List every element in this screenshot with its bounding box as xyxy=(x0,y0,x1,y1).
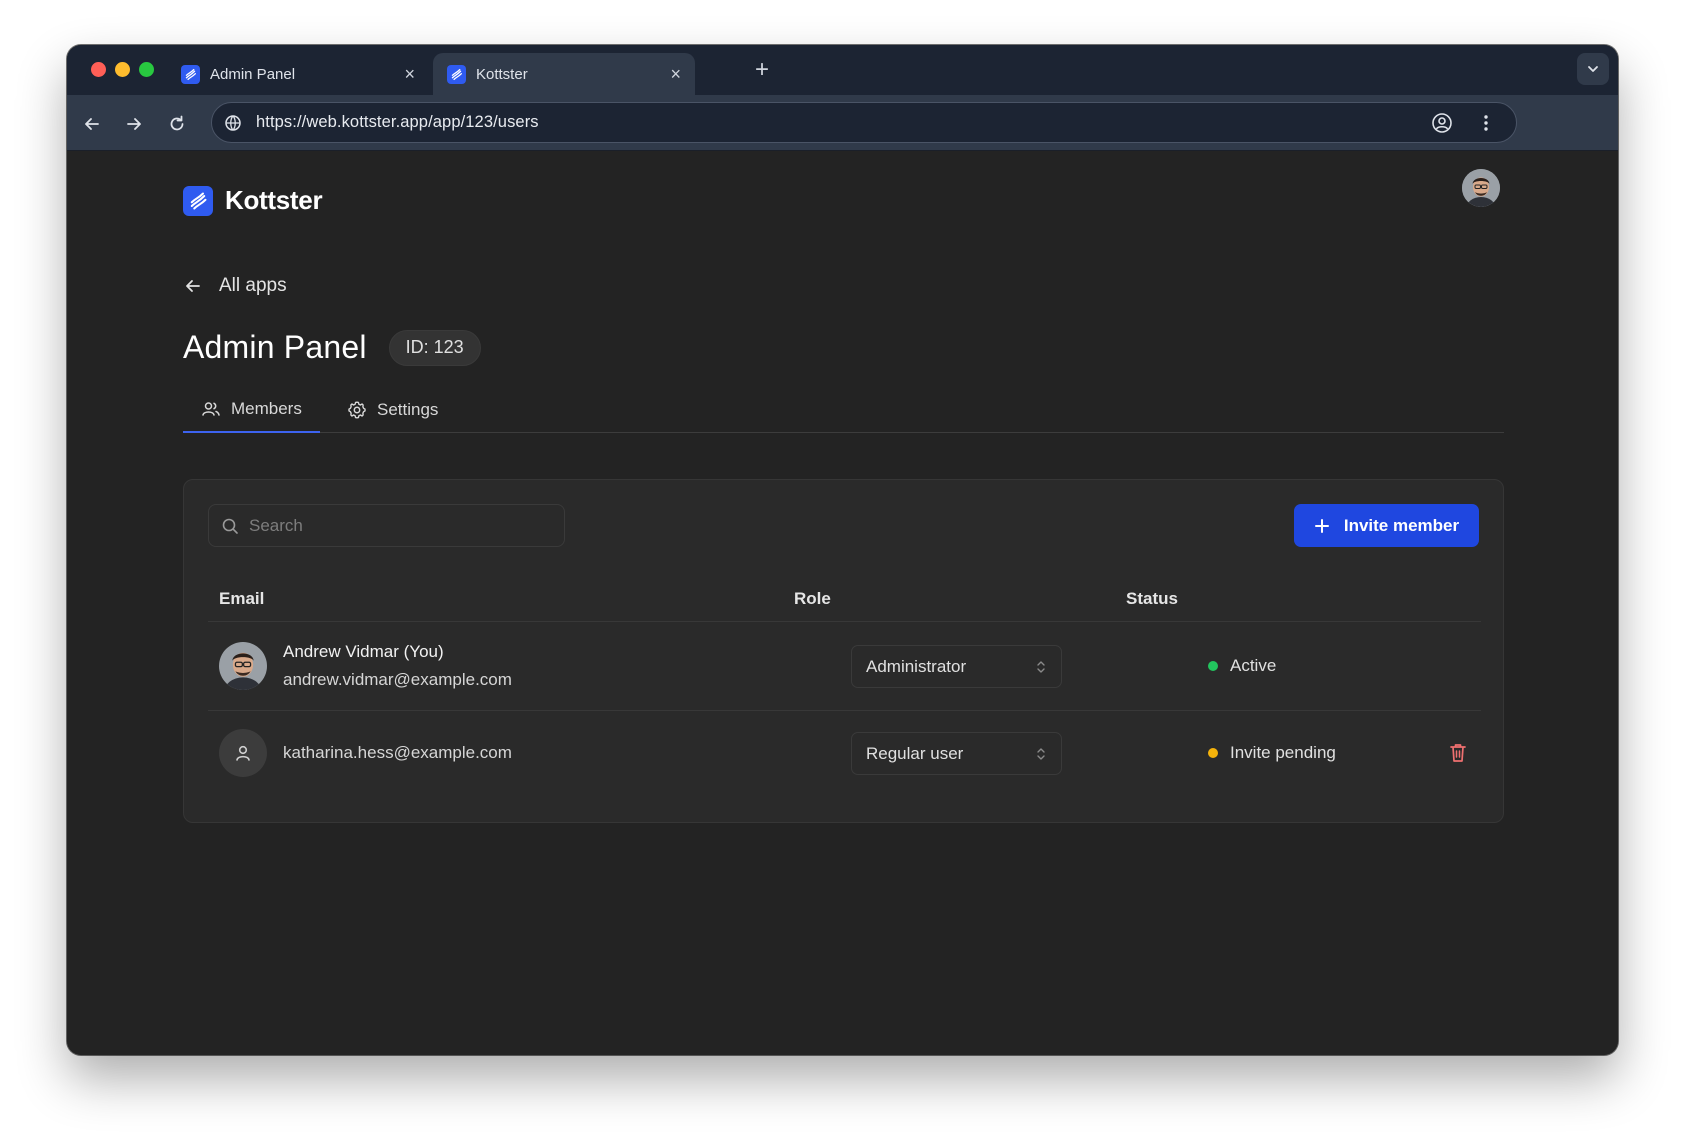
trash-icon xyxy=(1450,744,1466,762)
role-select[interactable]: Regular user xyxy=(851,732,1062,775)
browser-tab-kottster[interactable]: Kottster × xyxy=(433,53,695,95)
account-icon xyxy=(1432,113,1452,133)
zoom-window-button[interactable] xyxy=(139,62,154,77)
kottster-favicon-icon xyxy=(447,64,466,84)
table-row: Andrew Vidmar (You) andrew.vidmar@exampl… xyxy=(208,622,1481,710)
all-apps-link[interactable]: All apps xyxy=(183,275,287,297)
reload-icon xyxy=(170,115,184,131)
delete-member-button[interactable] xyxy=(1448,742,1470,764)
status-label: Invite pending xyxy=(1230,743,1336,762)
brand-logo[interactable]: Kottster xyxy=(183,185,323,216)
status-label: Active xyxy=(1230,656,1277,675)
user-icon xyxy=(236,745,250,761)
back-button[interactable] xyxy=(81,113,103,135)
app-header: Admin Panel ID: 123 xyxy=(183,329,481,366)
column-header-status: Status xyxy=(1126,589,1178,608)
close-window-button[interactable] xyxy=(91,62,106,77)
user-avatar[interactable] xyxy=(1462,169,1500,207)
close-tab-icon[interactable]: × xyxy=(670,65,681,83)
browser-tab-admin-panel[interactable]: Admin Panel × xyxy=(167,53,429,95)
page-tabs: Members Settings xyxy=(183,387,1504,433)
search-icon xyxy=(222,518,238,534)
search-box[interactable] xyxy=(208,504,565,547)
tab-members-label: Members xyxy=(231,399,302,418)
member-status: Invite pending xyxy=(1208,743,1336,763)
table-row: katharina.hess@example.com Regular user … xyxy=(208,711,1481,799)
member-email: andrew.vidmar@example.com xyxy=(283,670,512,689)
all-apps-label: All apps xyxy=(219,275,287,296)
users-icon xyxy=(202,402,220,416)
invite-member-label: Invite member xyxy=(1343,515,1460,535)
kottster-favicon-icon xyxy=(181,64,200,84)
role-select-value: Administrator xyxy=(866,656,967,676)
members-panel: Invite member Email Role Status xyxy=(183,479,1504,823)
search-input[interactable] xyxy=(249,515,549,536)
status-dot xyxy=(1208,748,1218,758)
member-name: Andrew Vidmar (You) xyxy=(283,642,444,661)
role-select[interactable]: Administrator xyxy=(851,645,1062,688)
arrow-left-icon xyxy=(85,118,99,130)
role-select-value: Regular user xyxy=(866,743,964,763)
column-header-role: Role xyxy=(794,589,831,608)
plus-icon xyxy=(1314,518,1329,533)
arrow-right-icon xyxy=(127,118,141,130)
kottster-logo-icon xyxy=(183,185,213,216)
browser-toolbar: https://web.kottster.app/app/123/users xyxy=(67,95,1618,151)
more-vertical-icon xyxy=(1484,115,1488,131)
browser-window: Admin Panel × Kottster × + https://web.k… xyxy=(67,45,1618,1055)
url-text[interactable]: https://web.kottster.app/app/123/users xyxy=(256,113,539,132)
gear-icon xyxy=(348,401,366,419)
arrow-left-icon xyxy=(186,280,200,292)
page-content: Kottster All apps Admin Panel ID: 123 Me… xyxy=(67,151,1618,1055)
status-dot xyxy=(1208,661,1218,671)
tab-settings-label: Settings xyxy=(377,400,439,419)
member-avatar-placeholder xyxy=(219,729,267,777)
minimize-window-button[interactable] xyxy=(115,62,130,77)
member-email: katharina.hess@example.com xyxy=(283,743,512,762)
brand-name: Kottster xyxy=(225,185,323,215)
address-bar[interactable]: https://web.kottster.app/app/123/users xyxy=(211,102,1517,143)
tab-strip: Admin Panel × Kottster × + xyxy=(67,45,1618,95)
tab-title: Kottster xyxy=(476,65,528,83)
browser-menu-button[interactable] xyxy=(1475,112,1497,134)
forward-button[interactable] xyxy=(123,113,145,135)
tab-title: Admin Panel xyxy=(210,65,296,83)
member-status: Active xyxy=(1208,656,1276,676)
close-tab-icon[interactable]: × xyxy=(404,65,415,83)
reload-button[interactable] xyxy=(166,113,188,135)
column-header-email: Email xyxy=(219,589,265,608)
invite-member-button[interactable]: Invite member xyxy=(1294,504,1479,547)
chevron-up-down-icon xyxy=(1037,661,1045,673)
tab-settings[interactable]: Settings xyxy=(329,387,456,433)
app-id-badge: ID: 123 xyxy=(388,329,481,366)
chevron-down-icon xyxy=(1588,66,1598,72)
member-avatar xyxy=(219,642,267,690)
tab-members[interactable]: Members xyxy=(183,387,320,433)
chevron-up-down-icon xyxy=(1037,748,1045,760)
site-info-icon[interactable] xyxy=(224,114,242,132)
page-title: Admin Panel xyxy=(183,329,367,365)
new-tab-button[interactable]: + xyxy=(755,58,769,82)
tab-search-button[interactable] xyxy=(1577,53,1609,85)
profile-button[interactable] xyxy=(1431,112,1453,134)
